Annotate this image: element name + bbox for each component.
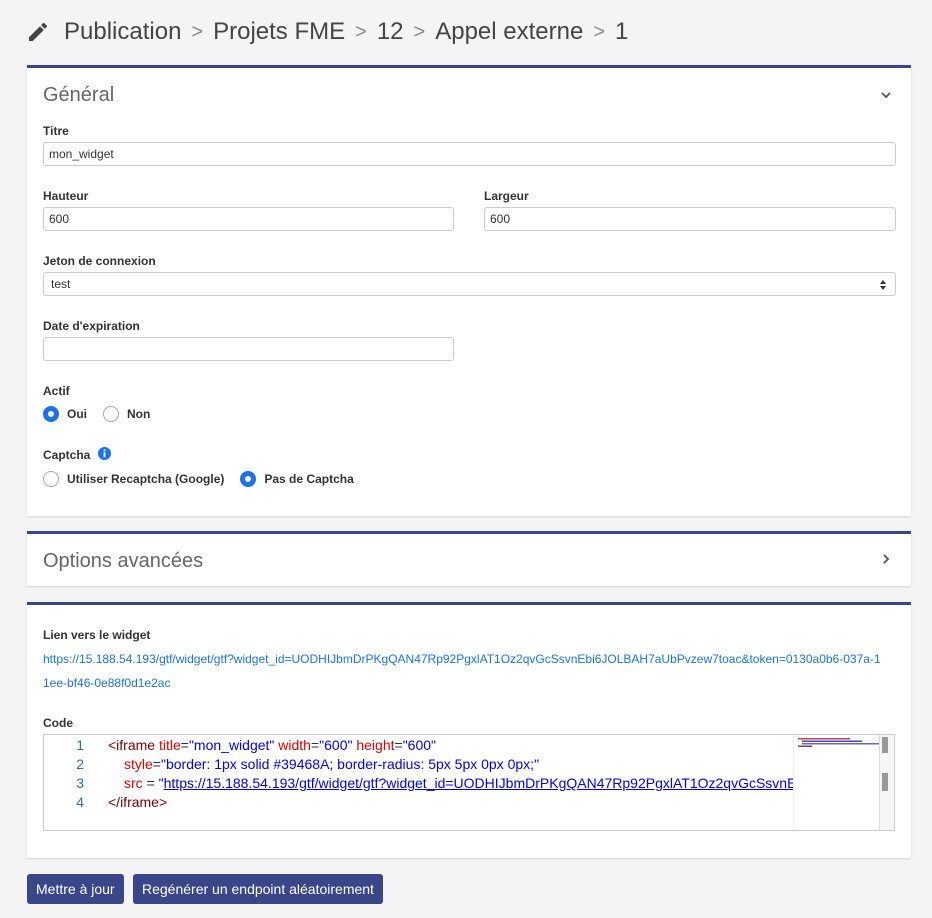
- code-token: "600": [402, 737, 437, 753]
- code-line-1: <iframe title="mon_widget" width="600" h…: [108, 737, 437, 753]
- code-token: title: [158, 737, 181, 753]
- line-number: 1: [76, 737, 84, 753]
- captcha-none-radio[interactable]: [240, 471, 257, 487]
- widget-link[interactable]: https://15.188.54.193/gtf/widget/gtf?wid…: [43, 647, 883, 695]
- code-scrollbar[interactable]: [879, 735, 894, 830]
- code-url-token: https://15.188.54.193/gtf/widget/gtf?wid…: [163, 775, 797, 791]
- hauteur-input[interactable]: 600: [43, 207, 454, 231]
- code-label: Code: [43, 716, 73, 730]
- code-line-4: </iframe>: [108, 794, 167, 810]
- update-button[interactable]: Mettre à jour: [27, 874, 124, 904]
- code-token: width: [278, 737, 311, 753]
- hauteur-label: Hauteur: [43, 189, 89, 203]
- minimap-preview: [798, 738, 880, 747]
- code-token: <iframe: [108, 737, 156, 753]
- titre-label: Titre: [43, 124, 69, 138]
- breadcrumb-separator: >: [413, 20, 426, 43]
- captcha-label-row: Captcha: [43, 447, 111, 462]
- regenerate-endpoint-button[interactable]: Regénérer un endpoint aléatoirement: [133, 874, 383, 904]
- actif-non-radio[interactable]: [103, 406, 119, 422]
- code-token: src: [124, 775, 143, 791]
- chevron-down-icon[interactable]: [879, 88, 893, 102]
- captcha-recaptcha-radio[interactable]: [43, 471, 59, 487]
- largeur-label: Largeur: [484, 189, 529, 203]
- breadcrumb-current: 1: [615, 18, 629, 45]
- jeton-label: Jeton de connexion: [43, 254, 156, 268]
- titre-input[interactable]: mon_widget: [43, 142, 896, 166]
- scrollbar-marker: [882, 773, 888, 791]
- date-expiration-label: Date d'expiration: [43, 319, 140, 333]
- code-editor[interactable]: 1 2 3 4 <iframe title="mon_widget" width…: [43, 734, 895, 831]
- breadcrumb: Publication > Projets FME > 12 > Appel e…: [26, 14, 628, 50]
- breadcrumb-projets-fme[interactable]: Projets FME: [213, 18, 345, 46]
- actif-label: Actif: [43, 384, 70, 398]
- code-line-3: src = "https://15.188.54.193/gtf/widget/…: [124, 775, 796, 791]
- code-token: "border: 1px solid #39468A; border-radiu…: [160, 756, 540, 772]
- code-token: "600": [319, 737, 353, 753]
- breadcrumb-appel-externe[interactable]: Appel externe: [435, 18, 583, 46]
- line-number: 3: [76, 775, 84, 791]
- pencil-icon: [29, 22, 48, 41]
- breadcrumb-project-id[interactable]: 12: [377, 18, 404, 46]
- code-gutter: 1 2 3 4: [44, 735, 100, 830]
- widget-panel: Lien vers le widget https://15.188.54.19…: [27, 602, 911, 858]
- actif-oui-option[interactable]: Oui: [43, 406, 87, 422]
- date-expiration-input[interactable]: [43, 337, 454, 361]
- general-panel: Général Titre mon_widget Hauteur 600 Lar…: [27, 65, 911, 516]
- code-token: "mon_widget": [188, 737, 275, 753]
- actif-non-option[interactable]: Non: [103, 406, 150, 422]
- code-token: =: [142, 775, 159, 791]
- captcha-none-option[interactable]: Pas de Captcha: [240, 471, 354, 487]
- captcha-label: Captcha: [43, 448, 91, 462]
- general-panel-title[interactable]: Général: [43, 84, 114, 107]
- breadcrumb-separator: >: [355, 20, 367, 43]
- advanced-panel-title[interactable]: Options avancées: [43, 550, 203, 573]
- code-line-2: style="border: 1px solid #39468A; border…: [124, 756, 540, 772]
- breadcrumb-separator: >: [593, 20, 606, 43]
- line-number: 2: [76, 756, 84, 772]
- captcha-radio-group: Utiliser Recaptcha (Google) Pas de Captc…: [43, 471, 370, 487]
- breadcrumb-separator: >: [191, 20, 204, 43]
- scrollbar-thumb[interactable]: [882, 737, 888, 753]
- code-minimap[interactable]: [793, 735, 882, 830]
- captcha-recaptcha-option[interactable]: Utiliser Recaptcha (Google): [43, 471, 224, 487]
- actif-non-label: Non: [127, 407, 151, 421]
- largeur-input[interactable]: 600: [484, 207, 896, 231]
- widget-link-label: Lien vers le widget: [43, 628, 151, 642]
- code-token: style: [124, 756, 153, 772]
- advanced-panel: Options avancées: [27, 531, 911, 586]
- captcha-recaptcha-label: Utiliser Recaptcha (Google): [67, 472, 225, 486]
- code-token: </iframe>: [108, 794, 168, 810]
- select-arrows-icon: [880, 280, 886, 290]
- actif-radio-group: Oui Non: [43, 406, 166, 422]
- jeton-select[interactable]: test: [43, 272, 896, 296]
- breadcrumb-publication[interactable]: Publication: [64, 18, 181, 46]
- actif-oui-label: Oui: [67, 407, 87, 421]
- actif-oui-radio[interactable]: [43, 406, 59, 422]
- captcha-none-label: Pas de Captcha: [264, 472, 354, 486]
- info-icon[interactable]: [97, 447, 111, 460]
- line-number: 4: [76, 794, 84, 810]
- jeton-select-value: test: [51, 277, 71, 291]
- chevron-right-icon[interactable]: [879, 552, 893, 566]
- code-token: height: [356, 737, 395, 753]
